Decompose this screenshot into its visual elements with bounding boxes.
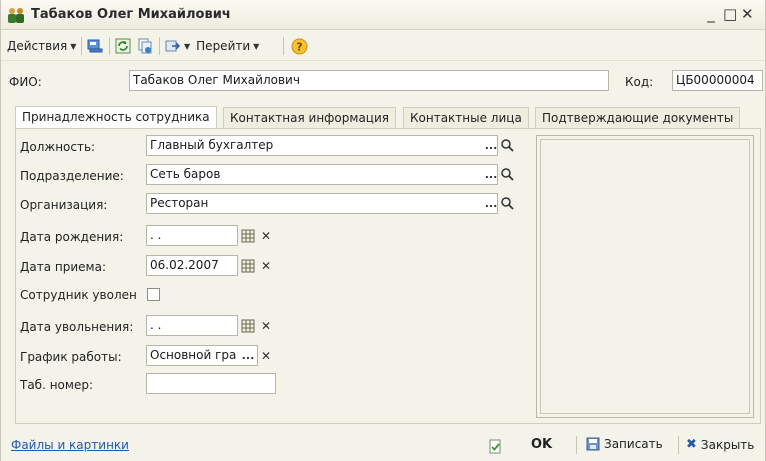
clear-schedule-button[interactable]: ✕ <box>259 349 273 363</box>
dismissal-date-field[interactable]: . . <box>146 315 238 336</box>
close-button-label: Закрыть <box>700 437 755 452</box>
fio-field[interactable]: Табаков Олег Михайлович <box>129 70 609 91</box>
save-button[interactable]: Записать <box>586 437 663 451</box>
window-title: Табаков Олег Михайлович <box>31 7 231 22</box>
refresh-icon <box>115 38 131 54</box>
tab-contact-info[interactable]: Контактная информация <box>223 107 396 129</box>
fired-label: Сотрудник уволен <box>20 288 137 302</box>
goto-menu[interactable]: ▼ Перейти ▼ <box>165 37 259 55</box>
close-window-button[interactable]: ✕ <box>741 5 759 23</box>
tab-number-field[interactable] <box>146 373 276 394</box>
save-post-icon <box>87 39 103 53</box>
department-label: Подразделение: <box>20 169 124 183</box>
save-post-button[interactable] <box>87 37 103 55</box>
tab-supporting-documents[interactable]: Подтверждающие документы <box>535 107 741 129</box>
save-icon <box>586 437 600 451</box>
birth-date-field[interactable]: . . <box>146 225 238 246</box>
save-button-label: Записать <box>604 437 663 451</box>
help-icon: ? <box>291 38 308 54</box>
employees-icon <box>8 8 24 23</box>
schedule-select-button[interactable]: ... <box>240 346 256 365</box>
documents-area <box>536 135 754 418</box>
title-bar[interactable]: Табаков Олег Михайлович _ □✕ <box>1 0 765 30</box>
ok-button-label: OK <box>531 437 553 452</box>
minimize-button[interactable]: _ <box>705 5 723 23</box>
position-select-button[interactable]: ... <box>483 136 499 155</box>
tab-employee-affiliation[interactable]: Принадлежность сотрудника <box>15 106 217 129</box>
hire-date-label: Дата приема: <box>20 260 106 274</box>
close-button[interactable]: ✖ Закрыть <box>686 437 754 452</box>
close-icon: ✖ <box>686 437 697 452</box>
schedule-label: График работы: <box>20 350 122 364</box>
help-button[interactable]: ? <box>291 37 308 55</box>
ok-button[interactable]: OK <box>531 437 552 452</box>
footer-bar: Файлы и картинки OK Записать ✖ Закрыть <box>1 427 765 461</box>
search-icon[interactable] <box>500 196 514 210</box>
organization-field[interactable]: Ресторан <box>146 193 498 214</box>
tab-strip: Принадлежность сотрудника Контактная инф… <box>15 106 761 129</box>
goto-icon <box>165 40 181 52</box>
birth-date-label: Дата рождения: <box>20 230 124 244</box>
position-label: Должность: <box>20 140 96 154</box>
department-select-button[interactable]: ... <box>483 165 499 184</box>
chevron-down-icon: ▼ <box>70 41 77 51</box>
document-check-icon[interactable] <box>488 439 503 454</box>
files-and-pictures-link[interactable]: Файлы и картинки <box>11 438 129 452</box>
actions-menu-label: Действия <box>7 39 68 53</box>
calendar-icon[interactable] <box>241 259 255 273</box>
clear-birth-date-button[interactable]: ✕ <box>259 229 273 243</box>
calendar-icon[interactable] <box>241 319 255 333</box>
employee-form-window: Табаков Олег Михайлович _□✕ Действия ▼ <box>0 0 766 461</box>
tab-contact-persons[interactable]: Контактные лица <box>403 107 529 129</box>
code-label: Код: <box>625 75 654 89</box>
clear-hire-date-button[interactable]: ✕ <box>259 259 273 273</box>
actions-menu[interactable]: Действия ▼ <box>7 37 76 55</box>
chevron-down-icon: ▼ <box>184 41 191 51</box>
clear-dismissal-date-button[interactable]: ✕ <box>259 319 273 333</box>
position-field[interactable]: Главный бухгалтер <box>146 135 498 156</box>
calendar-icon[interactable] <box>241 229 255 243</box>
dismissal-date-label: Дата увольнения: <box>20 320 134 334</box>
goto-menu-label: Перейти <box>196 39 251 53</box>
tab-panel: Должность: Главный бухгалтер ... Подразд… <box>15 128 761 424</box>
chevron-down-icon: ▼ <box>253 41 260 51</box>
toolbar: Действия ▼ ▼ Перейти ▼ ? <box>1 31 765 61</box>
maximize-button[interactable]: □ <box>723 5 741 23</box>
svg-text:?: ? <box>296 40 302 53</box>
copy-doc-icon <box>138 38 152 54</box>
fired-checkbox[interactable] <box>147 288 160 301</box>
hire-date-field[interactable]: 06.02.2007 <box>146 255 238 276</box>
code-field[interactable]: ЦБ00000004 <box>672 70 763 91</box>
organization-select-button[interactable]: ... <box>483 194 499 213</box>
refresh-button[interactable] <box>115 37 131 55</box>
organization-label: Организация: <box>20 198 108 212</box>
tab-number-label: Таб. номер: <box>20 378 93 392</box>
department-field[interactable]: Сеть баров <box>146 164 498 185</box>
fio-label: ФИО: <box>9 75 42 89</box>
search-icon[interactable] <box>500 167 514 181</box>
copy-document-button[interactable] <box>137 37 153 55</box>
search-icon[interactable] <box>500 138 514 152</box>
